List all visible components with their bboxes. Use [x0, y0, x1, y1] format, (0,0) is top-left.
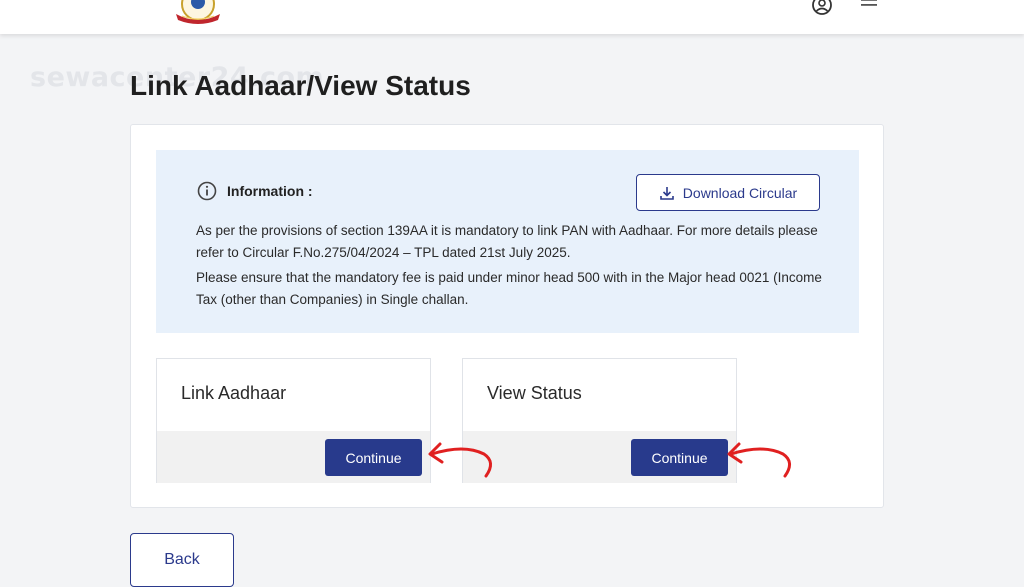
- back-button[interactable]: Back: [130, 533, 234, 587]
- information-paragraph: Please ensure that the mandatory fee is …: [196, 270, 822, 307]
- tile-footer: Continue: [157, 431, 430, 483]
- tile-footer: Continue: [463, 431, 736, 483]
- top-header: [0, 0, 1024, 34]
- information-paragraph: As per the provisions of section 139AA i…: [196, 223, 818, 260]
- hamburger-menu-icon[interactable]: [860, 0, 878, 14]
- information-heading: Information :: [197, 181, 313, 201]
- download-circular-label: Download Circular: [682, 184, 798, 201]
- link-aadhaar-tile: Link Aadhaar Continue: [156, 358, 431, 483]
- annotation-arrow-icon: [727, 442, 791, 478]
- page-title: Link Aadhaar/View Status: [130, 70, 471, 101]
- link-aadhaar-title: Link Aadhaar: [181, 383, 287, 403]
- annotation-arrow-icon: [428, 442, 492, 478]
- link-aadhaar-continue-button[interactable]: Continue: [325, 439, 422, 476]
- view-status-continue-button[interactable]: Continue: [631, 439, 728, 476]
- view-status-title: View Status: [487, 383, 582, 403]
- information-text: As per the provisions of section 139AA i…: [196, 220, 836, 314]
- download-circular-button[interactable]: Download Circular: [636, 174, 820, 211]
- info-circle-icon: [197, 181, 217, 201]
- information-label: Information :: [227, 183, 313, 199]
- emblem-logo[interactable]: [172, 0, 224, 24]
- user-circle-icon[interactable]: [811, 0, 833, 16]
- download-icon: [659, 186, 674, 200]
- information-panel: Information : Download Circular As per t…: [156, 150, 859, 333]
- view-status-tile: View Status Continue: [462, 358, 737, 483]
